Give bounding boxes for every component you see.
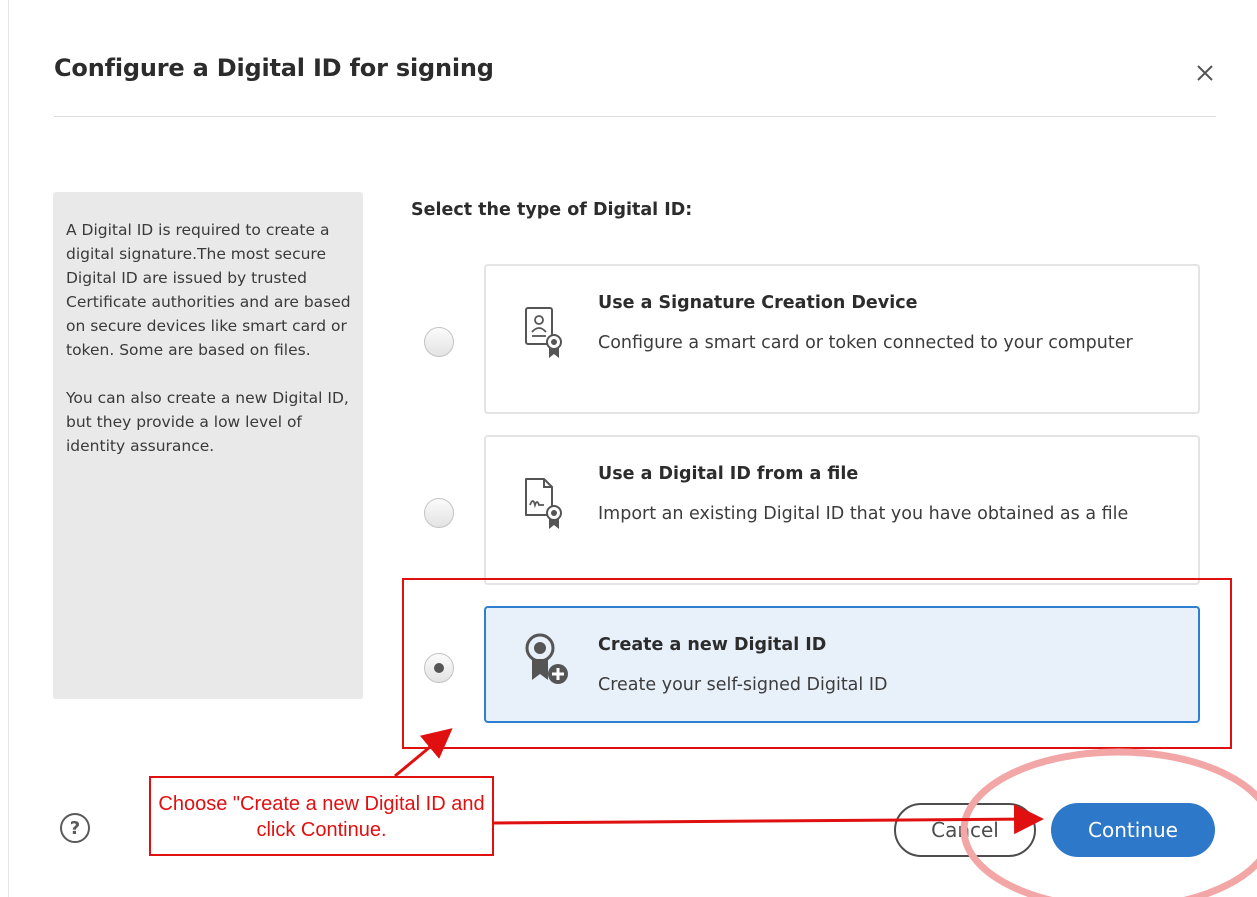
close-button[interactable] — [1190, 58, 1220, 88]
option-create-new-digital-id[interactable]: Create a new Digital ID Create your self… — [484, 606, 1200, 723]
new-digital-id-icon — [525, 633, 568, 684]
cancel-button[interactable]: Cancel — [894, 803, 1036, 857]
close-icon — [1197, 65, 1213, 81]
option-description: Create your self-signed Digital ID — [598, 675, 888, 695]
title-divider — [54, 116, 1216, 117]
annotation-arrow-up — [394, 728, 453, 778]
help-icon[interactable]: ? — [60, 813, 90, 843]
option-title: Create a new Digital ID — [598, 635, 827, 655]
continue-button[interactable]: Continue — [1051, 803, 1215, 857]
radio-create-new-digital-id[interactable] — [424, 653, 454, 683]
certificate-card-icon — [525, 307, 562, 358]
dialog-title: Configure a Digital ID for signing — [54, 54, 494, 82]
radio-signature-device[interactable] — [424, 327, 454, 357]
option-signature-creation-device[interactable]: Use a Signature Creation Device Configur… — [484, 264, 1200, 414]
info-panel: A Digital ID is required to create a dig… — [53, 192, 363, 699]
option-title: Use a Signature Creation Device — [598, 293, 918, 313]
option-description: Import an existing Digital ID that you h… — [598, 504, 1129, 524]
option-description: Configure a smart card or token connecte… — [598, 333, 1133, 353]
option-digital-id-from-file[interactable]: Use a Digital ID from a file Import an e… — [484, 435, 1200, 585]
signed-file-icon — [525, 478, 562, 529]
dialog-border — [8, 0, 9, 897]
radio-digital-id-file[interactable] — [424, 498, 454, 528]
info-text: A Digital ID is required to create a dig… — [66, 221, 351, 455]
annotation-callout: Choose "Create a new Digital ID and clic… — [149, 776, 494, 856]
option-title: Use a Digital ID from a file — [598, 464, 859, 484]
digital-id-type-label: Select the type of Digital ID: — [411, 200, 693, 220]
configure-digital-id-dialog: Configure a Digital ID for signing A Dig… — [0, 0, 1257, 897]
